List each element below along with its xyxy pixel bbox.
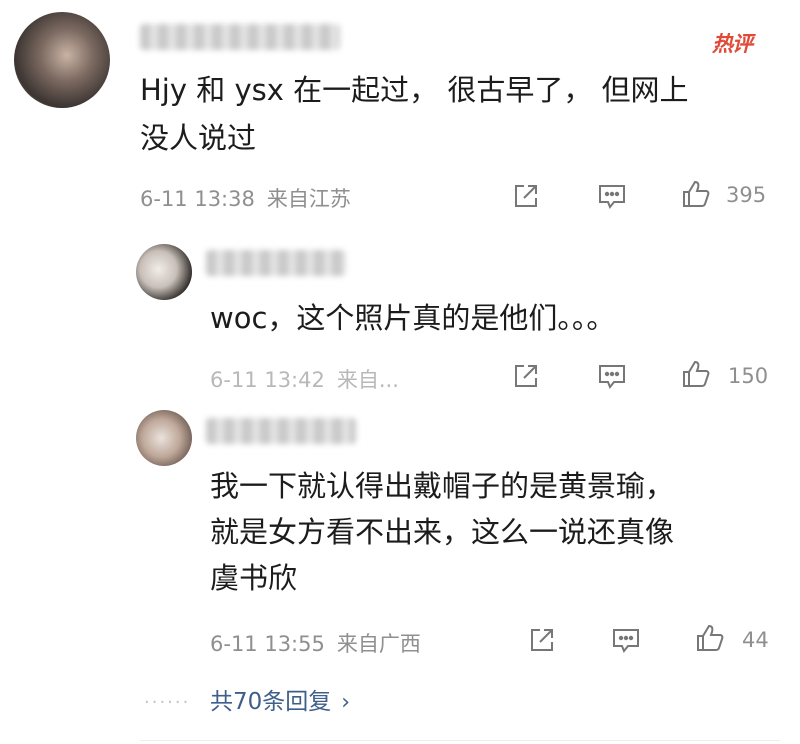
- reply-time: 6-11 13:42: [210, 368, 325, 392]
- reply-location: 来自...: [336, 368, 399, 392]
- reply-name-blurred[interactable]: [206, 250, 346, 276]
- reply-text-line: 我一下就认得出戴帽子的是黄景瑜，: [210, 469, 675, 503]
- like-count: 395: [726, 183, 767, 207]
- reply-text-line: 虞书欣: [210, 561, 298, 595]
- comment-location: 来自江苏: [266, 187, 351, 211]
- like-icon[interactable]: [694, 622, 726, 654]
- like-icon[interactable]: [680, 178, 712, 210]
- reply-meta: 6-11 13:42 来自...: [210, 364, 399, 394]
- view-more-replies-link[interactable]: 共70条回复 ›: [210, 682, 350, 716]
- share-icon[interactable]: [510, 360, 542, 392]
- commenter-avatar[interactable]: [14, 12, 110, 108]
- comment-icon[interactable]: [610, 624, 642, 656]
- comment-time: 6-11 13:38: [140, 187, 255, 211]
- comment-meta: 6-11 13:38 来自江苏: [140, 183, 351, 213]
- reply-text-line: woc，这个照片真的是他们。。。: [210, 301, 616, 335]
- reply-meta: 6-11 13:55 来自广西: [210, 628, 421, 658]
- hot-comment-badge: 热评: [712, 32, 753, 56]
- share-icon[interactable]: [526, 624, 558, 656]
- chevron-right-icon: ›: [341, 690, 351, 715]
- reply-avatar[interactable]: [136, 410, 192, 466]
- commenter-name-blurred[interactable]: [140, 24, 340, 50]
- comment-text-line: 没人说过: [140, 121, 257, 155]
- reply-text-line: 就是女方看不出来，这么一说还真像: [210, 515, 675, 549]
- like-count: 44: [742, 628, 769, 652]
- comment-icon[interactable]: [596, 360, 628, 392]
- like-icon[interactable]: [680, 358, 712, 390]
- more-replies-label: 共70条回复: [210, 689, 332, 715]
- divider: [140, 740, 780, 741]
- comment-icon[interactable]: [596, 180, 628, 212]
- reply-location: 来自广西: [336, 632, 421, 656]
- reply-time: 6-11 13:55: [210, 632, 325, 656]
- reply-avatar[interactable]: [136, 244, 192, 300]
- comment-text-line: Hjy 和 ysx 在一起过， 很古早了， 但网上: [140, 73, 689, 107]
- like-count: 150: [728, 364, 769, 388]
- divider-dots: ······: [144, 692, 191, 713]
- reply-name-blurred[interactable]: [206, 418, 356, 444]
- share-icon[interactable]: [510, 180, 542, 212]
